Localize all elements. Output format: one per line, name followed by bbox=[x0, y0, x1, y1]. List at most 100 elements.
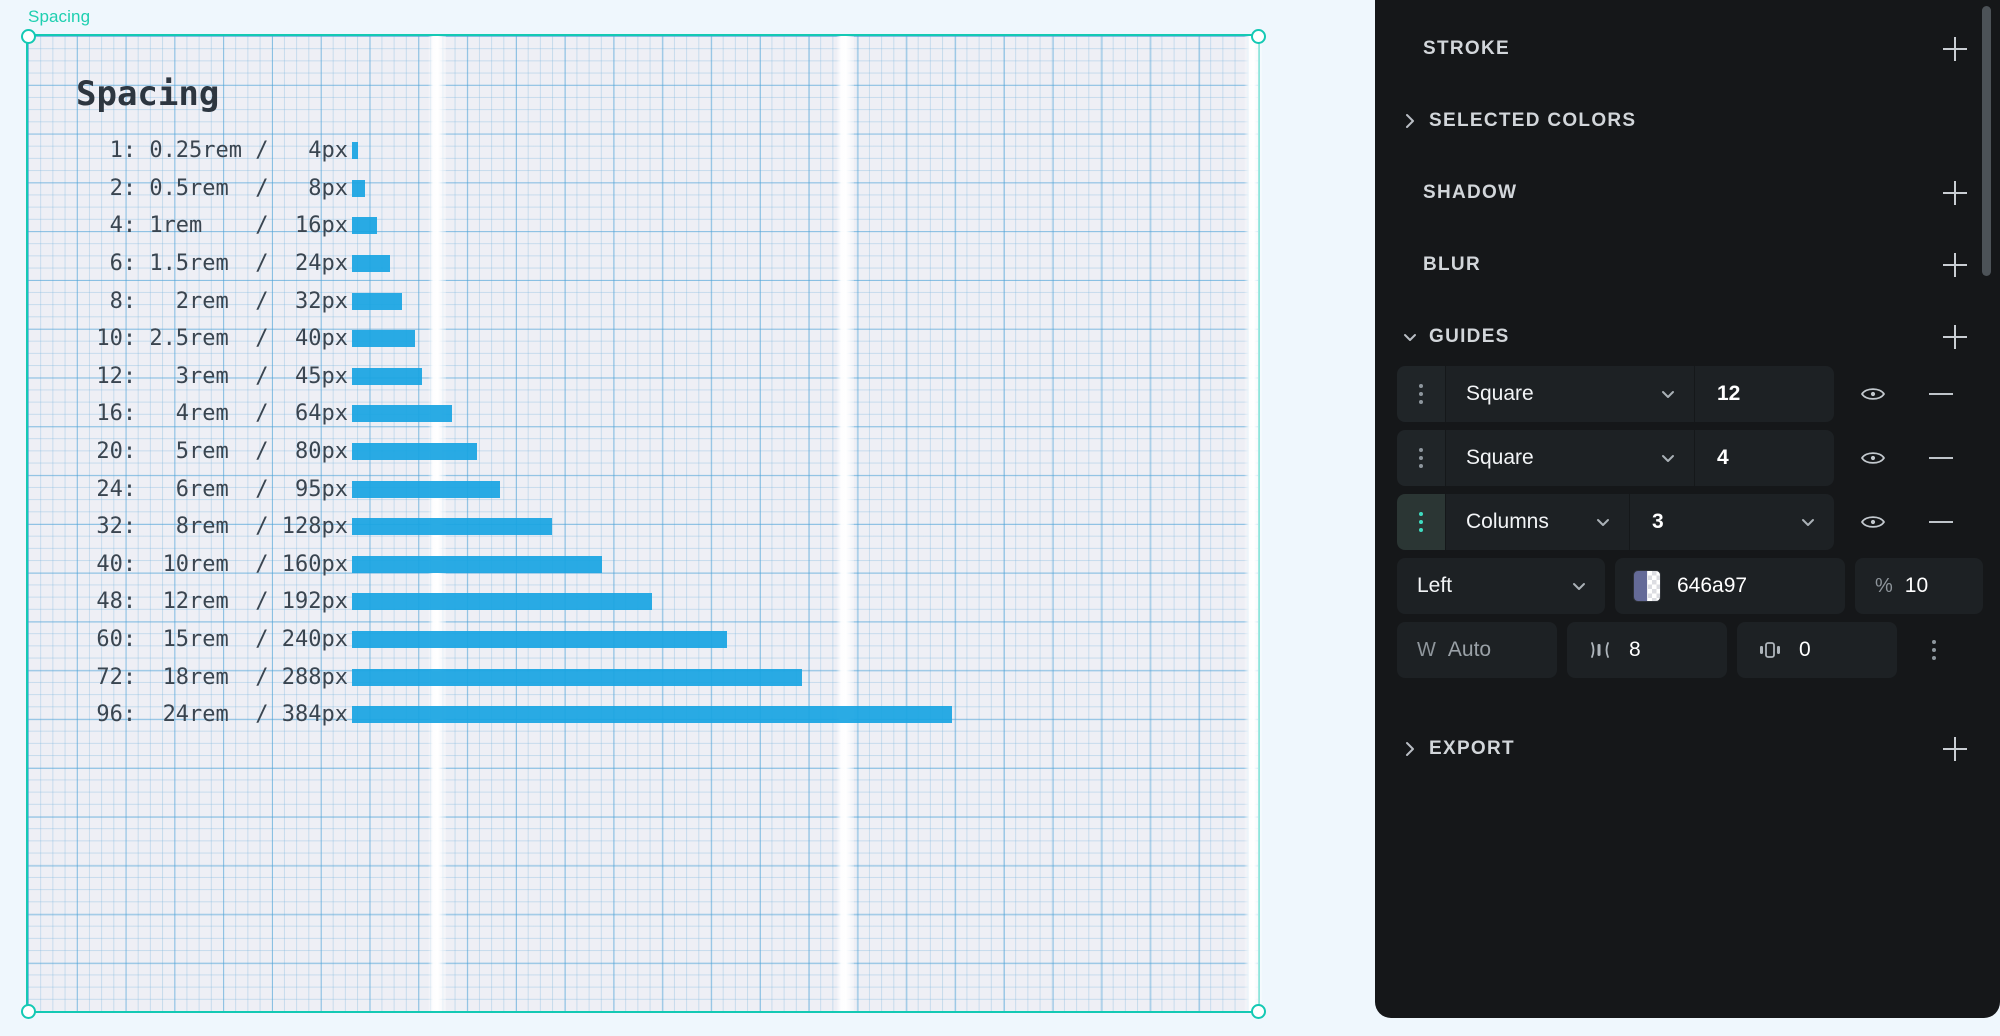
spacing-row-label: 24: 6rem / 95px bbox=[83, 476, 348, 502]
chevron-down-icon bbox=[1656, 446, 1680, 470]
guide-color-hex: 646a97 bbox=[1677, 574, 1748, 597]
color-swatch[interactable] bbox=[1633, 570, 1661, 602]
section-blur-title: BLUR bbox=[1423, 254, 1481, 275]
add-blur-icon[interactable] bbox=[1940, 250, 1970, 280]
remove-guide-button[interactable] bbox=[1912, 366, 1970, 422]
spacing-row-label: 20: 5rem / 80px bbox=[83, 439, 348, 465]
spacing-bar-track bbox=[348, 470, 1258, 508]
figma-editor-window: Spacing Spacing 1: 0.25rem / 4px 2: 0.5r… bbox=[0, 0, 2000, 1036]
guide-more-options-button[interactable] bbox=[1907, 622, 1961, 678]
spacing-frame[interactable]: Spacing 1: 0.25rem / 4px 2: 0.5rem / 8px… bbox=[26, 34, 1262, 1013]
spacing-bar bbox=[352, 142, 359, 160]
selection-handle-bottom-right[interactable] bbox=[1250, 1003, 1266, 1019]
guide-alignment-select[interactable]: Left bbox=[1397, 558, 1605, 614]
chevron-down-icon bbox=[1397, 329, 1423, 345]
spacing-bar-track bbox=[348, 132, 1258, 170]
spacing-bar bbox=[352, 668, 802, 686]
spacing-bar bbox=[352, 480, 501, 498]
frame-name-label[interactable]: Spacing bbox=[28, 7, 90, 27]
spacing-scale-list: 1: 0.25rem / 4px 2: 0.5rem / 8px 4: 1rem… bbox=[28, 132, 1258, 734]
chevron-down-icon bbox=[1796, 510, 1820, 534]
guide-drag-handle[interactable] bbox=[1397, 494, 1445, 550]
spacing-row-label: 4: 1rem / 16px bbox=[83, 213, 348, 239]
section-shadow[interactable]: SHADOW bbox=[1375, 170, 2000, 216]
spacing-bar bbox=[352, 292, 402, 310]
chevron-right-icon bbox=[1397, 112, 1423, 130]
spacing-row: 16: 4rem / 64px bbox=[28, 395, 1258, 433]
properties-panel: STROKE SELECTED COLORS SHADOW BLUR GUIDE… bbox=[1375, 0, 2000, 1018]
panel-scrollbar[interactable] bbox=[1982, 6, 1991, 276]
guide-type-value: Columns bbox=[1466, 510, 1549, 533]
guide-row[interactable]: Square 12 bbox=[1397, 366, 1970, 422]
guide-drag-handle[interactable] bbox=[1397, 366, 1445, 422]
guide-margin-field[interactable]: 0 bbox=[1737, 622, 1897, 678]
add-export-icon[interactable] bbox=[1940, 734, 1970, 764]
chevron-right-icon bbox=[1397, 740, 1423, 758]
spacing-row-label: 16: 4rem / 64px bbox=[83, 401, 348, 427]
guide-row[interactable]: Columns 3 bbox=[1397, 494, 1970, 550]
spacing-row: 20: 5rem / 80px bbox=[28, 433, 1258, 471]
spacing-bar-track bbox=[348, 320, 1258, 358]
guide-visibility-toggle[interactable] bbox=[1834, 430, 1912, 486]
spacing-row-label: 12: 3rem / 45px bbox=[83, 363, 348, 389]
drag-dots-icon bbox=[1419, 384, 1423, 404]
section-stroke[interactable]: STROKE bbox=[1375, 26, 2000, 72]
guide-type-select[interactable]: Square bbox=[1445, 430, 1694, 486]
spacing-bar bbox=[352, 405, 452, 423]
spacing-bar bbox=[352, 330, 415, 348]
drag-dots-icon bbox=[1419, 448, 1423, 468]
spacing-bar-track bbox=[348, 546, 1258, 584]
guide-type-select[interactable]: Square bbox=[1445, 366, 1694, 422]
chevron-down-icon bbox=[1591, 510, 1615, 534]
spacing-row: 2: 0.5rem / 8px bbox=[28, 170, 1258, 208]
minus-icon bbox=[1929, 457, 1953, 459]
section-export[interactable]: EXPORT bbox=[1375, 726, 2000, 772]
section-shadow-title: SHADOW bbox=[1423, 182, 1518, 203]
remove-guide-button[interactable] bbox=[1912, 430, 1970, 486]
guide-count-value: 3 bbox=[1652, 510, 1664, 533]
spacing-bar-track bbox=[348, 508, 1258, 546]
canvas-area[interactable]: Spacing Spacing 1: 0.25rem / 4px 2: 0.5r… bbox=[0, 0, 1375, 1036]
spacing-row-label: 2: 0.5rem / 8px bbox=[83, 175, 348, 201]
selection-handle-bottom-left[interactable] bbox=[20, 1003, 36, 1019]
guide-color-field[interactable]: 646a97 bbox=[1615, 558, 1845, 614]
guide-type-value: Square bbox=[1466, 446, 1534, 469]
guide-count-value: 4 bbox=[1717, 446, 1729, 469]
guide-gutter-field[interactable]: 8 bbox=[1567, 622, 1727, 678]
spacing-bar bbox=[352, 518, 552, 536]
remove-guide-button[interactable] bbox=[1912, 494, 1970, 550]
guide-type-select[interactable]: Columns bbox=[1445, 494, 1629, 550]
add-stroke-icon[interactable] bbox=[1940, 34, 1970, 64]
section-guides[interactable]: GUIDES bbox=[1375, 314, 2000, 360]
guide-visibility-toggle[interactable] bbox=[1834, 366, 1912, 422]
guide-opacity-field[interactable]: % 10 bbox=[1855, 558, 1983, 614]
spacing-row: 10: 2.5rem / 40px bbox=[28, 320, 1258, 358]
selection-handle-top-right[interactable] bbox=[1250, 28, 1266, 44]
selection-handle-top-left[interactable] bbox=[20, 28, 36, 44]
section-selected-colors[interactable]: SELECTED COLORS bbox=[1375, 98, 2000, 144]
add-guide-icon[interactable] bbox=[1940, 322, 1970, 352]
spacing-bar-track bbox=[348, 696, 1258, 734]
guide-count-field[interactable]: 4 bbox=[1694, 430, 1834, 486]
spacing-row: 72: 18rem / 288px bbox=[28, 658, 1258, 696]
spacing-bar-track bbox=[348, 170, 1258, 208]
spacing-row: 60: 15rem / 240px bbox=[28, 621, 1258, 659]
spacing-bar bbox=[352, 217, 377, 235]
add-shadow-icon[interactable] bbox=[1940, 178, 1970, 208]
section-export-title: EXPORT bbox=[1429, 738, 1515, 759]
guide-row[interactable]: Square 4 bbox=[1397, 430, 1970, 486]
width-label: W bbox=[1417, 638, 1436, 661]
guides-list: Square 12 Square 4 Columns 3 bbox=[1375, 360, 2000, 550]
guide-drag-handle[interactable] bbox=[1397, 430, 1445, 486]
guide-alignment-value: Left bbox=[1417, 574, 1453, 597]
minus-icon bbox=[1929, 521, 1953, 523]
section-blur[interactable]: BLUR bbox=[1375, 242, 2000, 288]
spacing-row: 4: 1rem / 16px bbox=[28, 207, 1258, 245]
guide-width-field[interactable]: W Auto bbox=[1397, 622, 1557, 678]
spacing-row: 8: 2rem / 32px bbox=[28, 282, 1258, 320]
guide-visibility-toggle[interactable] bbox=[1834, 494, 1912, 550]
guide-count-field[interactable]: 3 bbox=[1629, 494, 1834, 550]
spacing-bar bbox=[352, 367, 423, 385]
spacing-row: 96: 24rem / 384px bbox=[28, 696, 1258, 734]
guide-count-field[interactable]: 12 bbox=[1694, 366, 1834, 422]
